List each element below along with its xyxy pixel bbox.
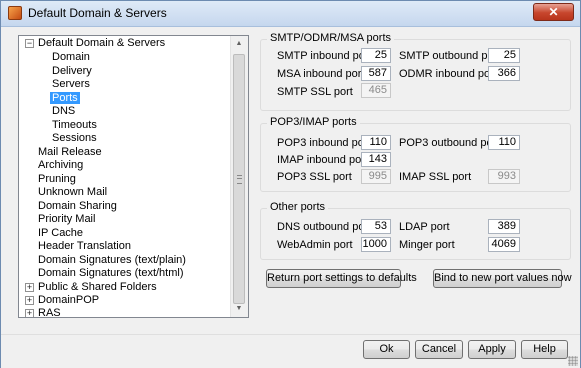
- ldap-field[interactable]: 389: [488, 219, 520, 234]
- tree-item-signatures-plain[interactable]: Domain Signatures (text/plain): [38, 254, 186, 267]
- dialog-button-bar: Ok Cancel Apply Help: [1, 334, 580, 368]
- dns-outbound-label: DNS outbound port: [277, 221, 372, 233]
- tree-item-dns[interactable]: DNS: [52, 105, 75, 118]
- smtp-group-title: SMTP/ODMR/MSA ports: [267, 32, 395, 44]
- other-group-title: Other ports: [267, 201, 329, 213]
- close-button[interactable]: ✕: [533, 3, 574, 21]
- scroll-down-icon[interactable]: ▼: [231, 301, 247, 317]
- smtp-ssl-label: SMTP SSL port: [277, 86, 353, 98]
- apply-button[interactable]: Apply: [468, 340, 516, 359]
- smtp-outbound-field[interactable]: 25: [488, 48, 520, 63]
- return-defaults-button[interactable]: Return port settings to defaults: [266, 269, 417, 288]
- pop3-inbound-label: POP3 inbound port: [277, 137, 371, 149]
- tree-item-unknown-mail[interactable]: Unknown Mail: [38, 186, 107, 199]
- msa-inbound-label: MSA inbound port: [277, 68, 365, 80]
- window-title: Default Domain & Servers: [28, 6, 167, 20]
- pop3-inbound-field[interactable]: 110: [361, 135, 391, 150]
- tree-item-archiving[interactable]: Archiving: [38, 159, 83, 172]
- settings-tree[interactable]: − Default Domain & Servers Domain Delive…: [18, 35, 249, 318]
- smtp-inbound-field[interactable]: 25: [361, 48, 391, 63]
- smtp-ssl-field: 465: [361, 83, 391, 98]
- tree-item-priority-mail[interactable]: Priority Mail: [38, 213, 95, 226]
- help-button[interactable]: Help: [521, 340, 568, 359]
- scroll-up-icon[interactable]: ▲: [231, 36, 247, 52]
- tree-item-ports[interactable]: Ports: [50, 92, 80, 105]
- dns-outbound-field[interactable]: 53: [361, 219, 391, 234]
- cancel-button[interactable]: Cancel: [415, 340, 463, 359]
- expand-icon[interactable]: +: [25, 309, 34, 317]
- tree-item-pruning[interactable]: Pruning: [38, 173, 76, 186]
- odmr-inbound-field[interactable]: 366: [488, 66, 520, 81]
- tree-item-ip-cache[interactable]: IP Cache: [38, 227, 83, 240]
- pop3-outbound-field[interactable]: 110: [488, 135, 520, 150]
- imap-ssl-field: 993: [488, 169, 520, 184]
- pop3-ssl-field: 995: [361, 169, 391, 184]
- tree-item-header-translation[interactable]: Header Translation: [38, 240, 131, 253]
- tree-item-sessions[interactable]: Sessions: [52, 132, 97, 145]
- smtp-inbound-label: SMTP inbound port: [277, 50, 372, 62]
- tree-item-signatures-html[interactable]: Domain Signatures (text/html): [38, 267, 184, 280]
- tree-item-delivery[interactable]: Delivery: [52, 65, 92, 78]
- tree-scrollbar[interactable]: ▲ ▼: [230, 36, 248, 317]
- tree-item-timeouts[interactable]: Timeouts: [52, 119, 97, 132]
- resize-grip-icon[interactable]: [568, 356, 578, 366]
- collapse-icon[interactable]: −: [25, 39, 34, 48]
- title-bar: Default Domain & Servers ✕: [1, 1, 580, 27]
- ldap-label: LDAP port: [399, 221, 450, 233]
- imap-inbound-field[interactable]: 143: [361, 152, 391, 167]
- app-icon: [8, 6, 22, 20]
- pop3-group-title: POP3/IMAP ports: [267, 116, 360, 128]
- tree-item-mail-release[interactable]: Mail Release: [38, 146, 102, 159]
- other-ports-group: [260, 208, 571, 260]
- minger-label: Minger port: [399, 239, 455, 251]
- dialog-window: Default Domain & Servers ✕ − Default Dom…: [0, 0, 581, 368]
- ok-button[interactable]: Ok: [363, 340, 410, 359]
- tree-item-servers[interactable]: Servers: [52, 78, 90, 91]
- scroll-thumb[interactable]: [233, 54, 245, 304]
- expand-icon[interactable]: +: [25, 283, 34, 292]
- pop3-ssl-label: POP3 SSL port: [277, 171, 352, 183]
- imap-ssl-label: IMAP SSL port: [399, 171, 472, 183]
- imap-inbound-label: IMAP inbound port: [277, 154, 368, 166]
- bind-ports-button[interactable]: Bind to new port values now: [433, 269, 572, 288]
- grip-icon: [237, 175, 242, 184]
- webadmin-field[interactable]: 1000: [361, 237, 391, 252]
- tree-item-domain[interactable]: Domain: [52, 51, 90, 64]
- webadmin-label: WebAdmin port: [277, 239, 353, 251]
- pop3-outbound-label: POP3 outbound port: [399, 137, 500, 149]
- smtp-outbound-label: SMTP outbound port: [399, 50, 501, 62]
- expand-icon[interactable]: +: [25, 296, 34, 305]
- tree-item-domain-sharing[interactable]: Domain Sharing: [38, 200, 117, 213]
- msa-inbound-field[interactable]: 587: [361, 66, 391, 81]
- odmr-inbound-label: ODMR inbound port: [399, 68, 497, 80]
- minger-field[interactable]: 4069: [488, 237, 520, 252]
